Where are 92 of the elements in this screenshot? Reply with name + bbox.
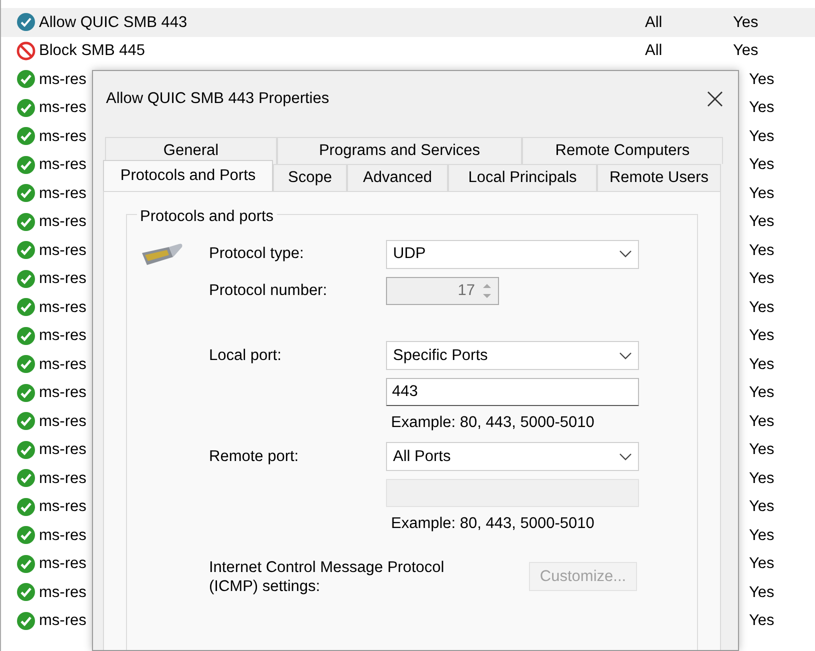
rule-name: Allow QUIC SMB 443 [39,14,188,31]
rule-enabled: Yes [749,412,774,432]
example-text: Example: 80, 443, 5000-5010 [391,413,594,433]
rule-enabled: Yes [733,12,758,33]
rule-name: ms-res [39,156,86,174]
rule-name: ms-res [39,412,86,430]
rule-name: ms-res [39,213,86,230]
allow-check-icon [16,525,36,546]
rule-name: ms-res [39,70,86,88]
rule-name: Block SMB 445 [39,42,145,60]
allow-check-icon [16,354,36,374]
rule-name: ms-res [39,128,86,145]
tab[interactable]: Protocols and Ports [103,160,273,191]
rule-profile: All [645,12,664,33]
rule-name: ms-res [39,498,86,516]
tab[interactable]: Scope [273,164,347,191]
allow-check-icon [16,440,36,460]
rule-name: ms-res [39,384,86,402]
field-label: Protocol number: [209,281,328,302]
field-label: Remote port: [209,447,300,468]
allow-check-icon [16,183,36,204]
chevron-down-icon [619,250,632,258]
example-text: Example: 80, 443, 5000-5010 [391,514,594,534]
rule-name: ms-res [39,298,86,316]
rule-name: ms-res [39,555,86,572]
allow-check-icon [16,69,36,90]
rule-enabled: Yes [749,383,774,404]
allow-check-icon [16,411,36,432]
rule-enabled: Yes [749,126,774,147]
allow-check-icon [16,297,36,318]
rule-enabled: Yes [749,582,774,603]
chevron-down-icon [619,352,632,360]
allow-check-icon [16,98,36,118]
allow-check-icon [16,240,36,260]
block-icon [16,40,36,61]
field-label: Protocol type: [209,244,305,264]
tab[interactable]: Advanced [347,164,448,191]
tab[interactable]: Remote Users [597,164,721,191]
rule-name: ms-res [39,356,86,373]
dropdown[interactable]: Specific Ports [386,341,639,370]
dropdown[interactable]: All Ports [386,442,639,472]
rule-name: ms-res [39,470,86,487]
rule-enabled: Yes [749,326,774,346]
rule-name: ms-res [39,242,86,259]
port-field[interactable]: 443 [386,378,639,406]
allow-check-icon [16,154,36,175]
allow-check-icon [16,12,36,32]
window-title: Allow QUIC SMB 443 Properties [106,89,330,110]
close-icon[interactable] [707,91,723,107]
rule-enabled: Yes [749,70,774,90]
rule-enabled: Yes [749,212,774,232]
rule-enabled: Yes [749,269,774,290]
selected-rule-row[interactable]: Allow QUIC SMB 443 All Yes [1,8,815,36]
rule-enabled: Yes [749,497,774,518]
rule-name: ms-res [39,526,86,544]
rule-enabled: Yes [749,184,774,204]
allow-check-icon [16,610,36,631]
rule-enabled: Yes [749,298,774,318]
allow-check-icon [16,212,36,232]
rule-enabled: Yes [749,526,774,546]
tab[interactable]: Programs and Services [277,137,522,164]
rule-name: ms-res [39,270,86,288]
tab[interactable]: Remote Computers [522,137,723,164]
tab[interactable]: Local Principals [448,164,597,191]
dropdown[interactable]: UDP [386,240,639,268]
allow-check-icon [16,496,36,517]
allow-check-icon [16,382,36,403]
rule-enabled: Yes [749,554,774,574]
rule-name: ms-res [39,99,86,116]
rule-enabled: Yes [749,354,774,375]
rule-name: ms-res [39,327,86,344]
rule-name: ms-res [39,184,86,202]
field-label: Local port: [209,346,282,366]
rule-enabled: Yes [749,611,774,632]
field-label: Internet Control Message Protocol (ICMP) settings: [209,558,446,596]
rule-name: ms-res [39,612,86,630]
chevron-down-icon [619,452,632,461]
rule-name: ms-res [39,584,86,601]
allow-check-icon [16,126,36,146]
rule-enabled: Yes [749,240,774,261]
allow-check-icon [16,326,36,346]
rule-enabled: Yes [749,440,774,460]
allow-check-icon [16,554,36,574]
rule-enabled: Yes [749,155,774,176]
rule-enabled: Yes [749,468,774,489]
rule-name: ms-res [39,441,86,458]
rule-profile: All [645,41,664,62]
allow-check-icon [16,268,36,289]
allow-check-icon [16,468,36,488]
allow-check-icon [16,582,36,602]
rule-enabled: Yes [733,41,758,62]
rule-enabled: Yes [749,98,774,118]
